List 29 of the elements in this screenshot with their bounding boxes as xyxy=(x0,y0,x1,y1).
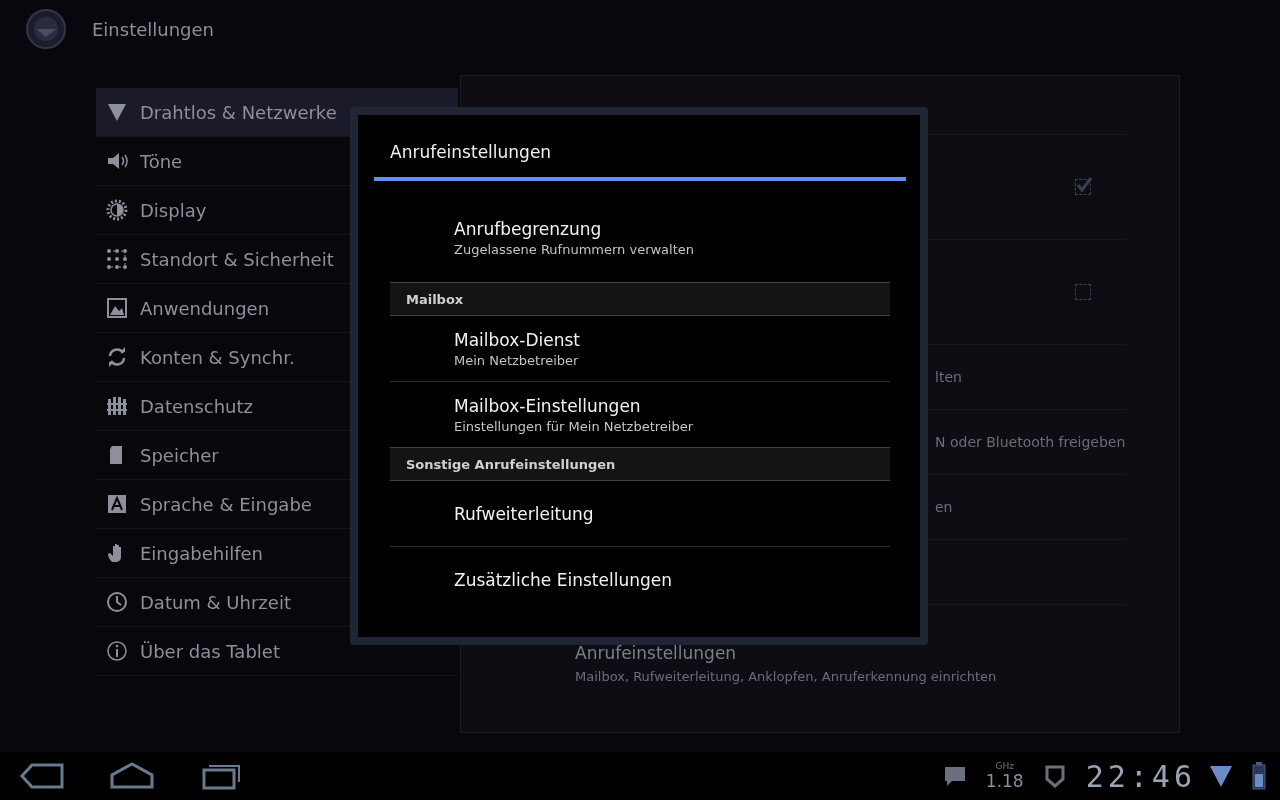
setting-summary: Mailbox, Rufweiterleitung, Anklopfen, Anruferkennung einrichten xyxy=(575,668,997,684)
check-icon xyxy=(1075,176,1093,194)
picture-frame-icon xyxy=(106,297,128,319)
letter-a-icon xyxy=(106,493,128,515)
back-icon[interactable] xyxy=(18,761,66,791)
setting-title: Anrufeinstellungen xyxy=(575,642,738,663)
sync-icon xyxy=(106,346,128,368)
checkbox[interactable] xyxy=(1075,284,1091,300)
section-header: Sonstige Anrufeinstellungen xyxy=(390,447,890,481)
clock-icon xyxy=(106,591,128,613)
setting-summary: N oder Bluetooth freigeben xyxy=(935,434,1126,450)
home-icon[interactable] xyxy=(108,761,156,791)
speaker-icon xyxy=(106,150,128,172)
info-icon xyxy=(106,640,128,662)
fence-icon xyxy=(106,395,128,417)
brightness-icon xyxy=(106,199,128,221)
setting-summary: en xyxy=(935,499,953,515)
cpu-unit: GHz xyxy=(995,761,1014,771)
app-title: Einstellungen xyxy=(92,18,215,40)
list-item[interactable]: Rufweiterleitung xyxy=(390,481,890,547)
dot-grid-icon xyxy=(106,248,128,270)
cpu-frequency: 1.18 xyxy=(985,771,1024,791)
checkbox[interactable] xyxy=(1075,179,1091,195)
setting-summary: lten xyxy=(935,369,962,385)
list-item[interactable]: Mailbox-Dienst Mein Netzbetreiber xyxy=(390,316,890,382)
battery-icon xyxy=(1252,762,1266,790)
app-logo-icon xyxy=(26,9,66,49)
section-header: Mailbox xyxy=(390,282,890,316)
clock: 22:46 xyxy=(1085,758,1196,794)
